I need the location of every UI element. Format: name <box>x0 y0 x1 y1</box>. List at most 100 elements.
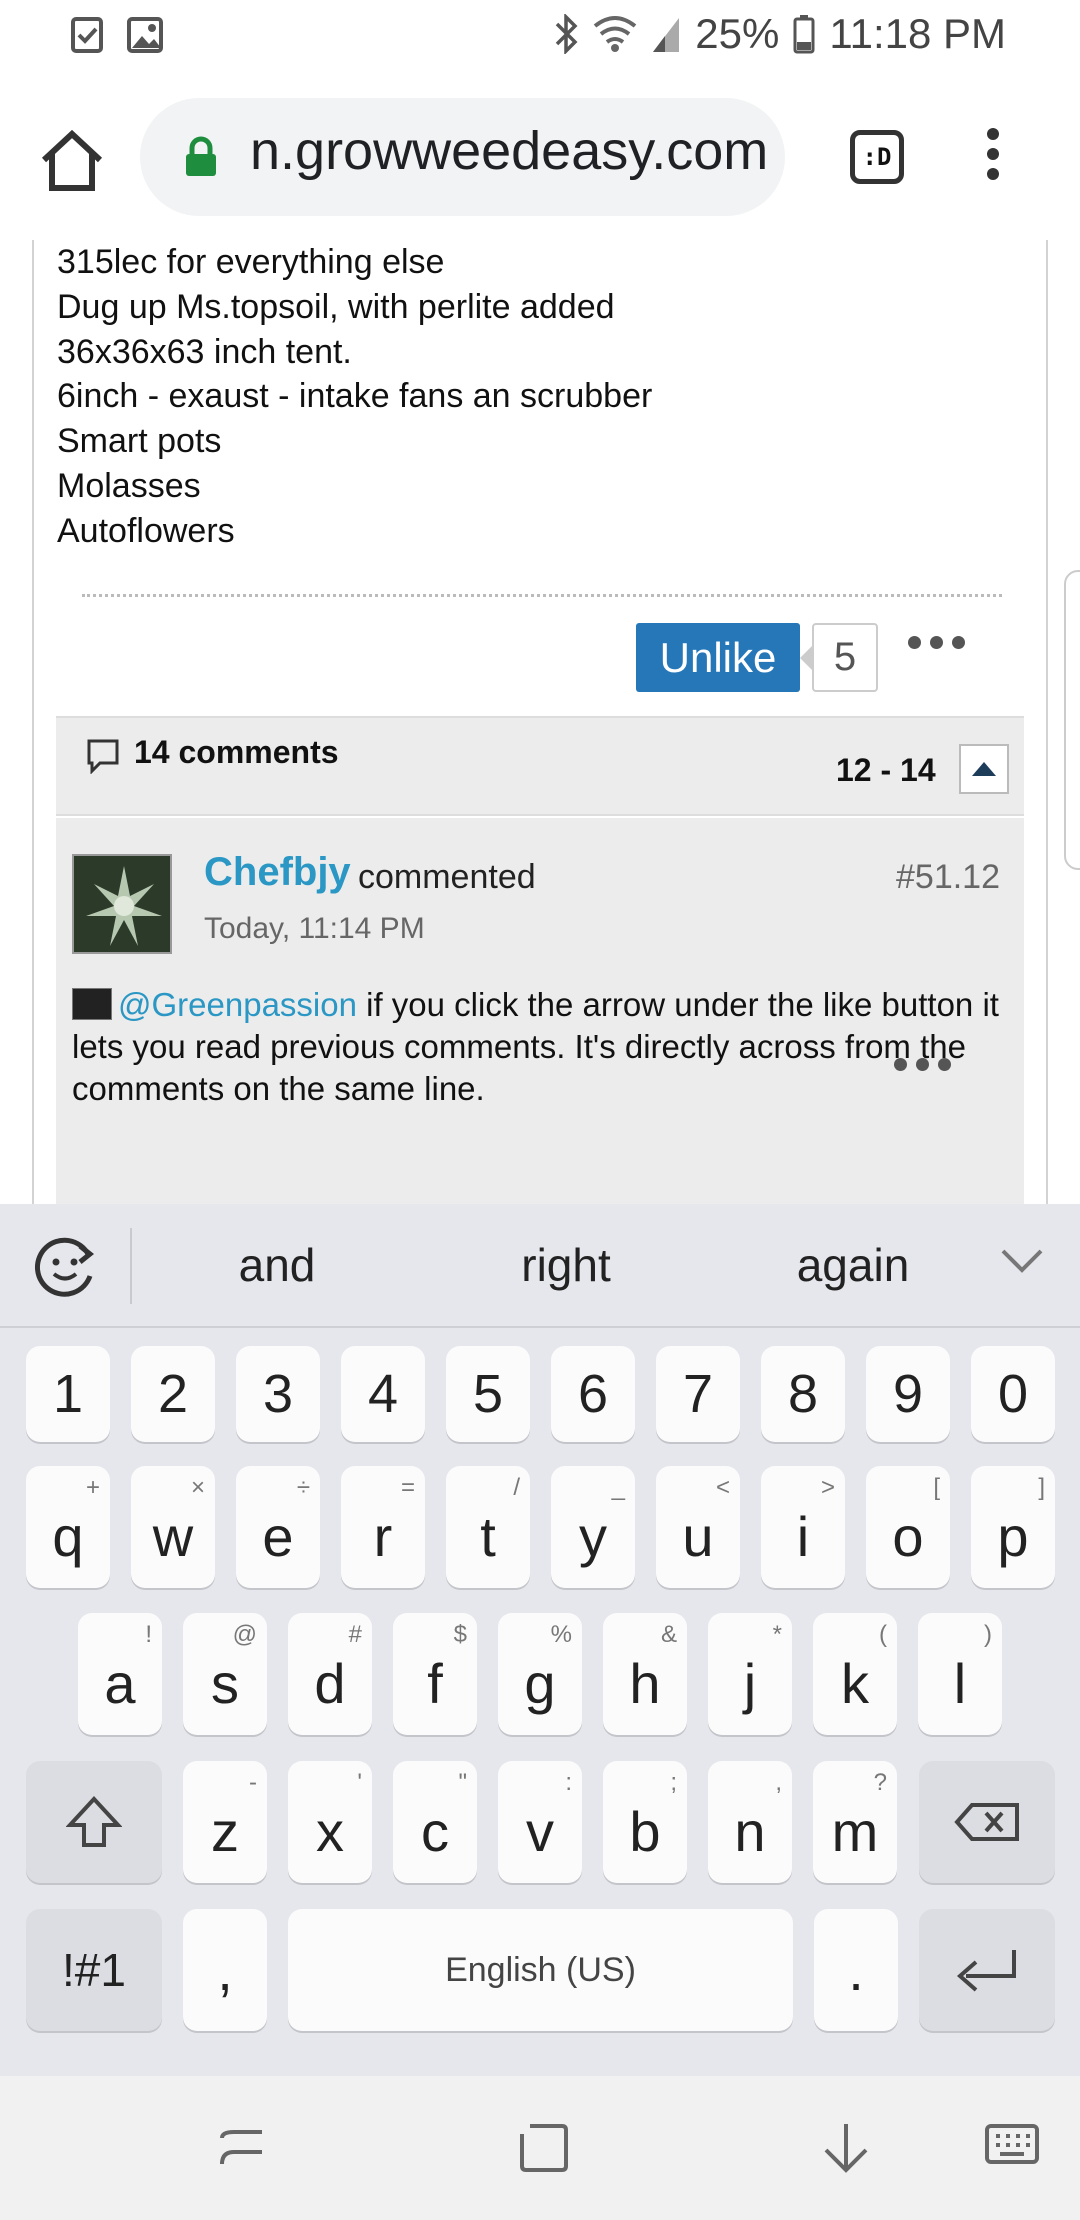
backspace-key[interactable] <box>919 1761 1055 1883</box>
key-c[interactable]: " c <box>393 1761 477 1883</box>
key-secondary-symbol: ' <box>357 1769 362 1796</box>
key-3[interactable]: 3 <box>236 1346 320 1442</box>
key-g[interactable]: % g <box>498 1613 582 1735</box>
key-k[interactable]: (k <box>813 1613 897 1735</box>
key-label: b <box>629 1799 661 1863</box>
home-nav-icon[interactable] <box>516 2120 572 2181</box>
comment-more-icon[interactable] <box>894 1058 951 1071</box>
key-r[interactable]: = r <box>341 1466 425 1588</box>
key-9[interactable]: 9 <box>866 1346 950 1442</box>
key-secondary-symbol: ) <box>984 1621 992 1648</box>
key-y[interactable]: _ y <box>551 1466 635 1588</box>
key-secondary-symbol: ? <box>873 1769 887 1796</box>
key-w[interactable]: × w <box>131 1466 215 1588</box>
url-text: n.growweedeasy.com <box>250 121 769 181</box>
address-bar[interactable]: n.growweedeasy.com <box>140 98 785 216</box>
key-secondary-symbol: = <box>400 1474 415 1501</box>
key-secondary-symbol: ( <box>879 1621 887 1648</box>
mention-link[interactable]: @Greenpassion <box>118 986 357 1023</box>
key-h[interactable]: & h <box>603 1613 687 1735</box>
key-secondary-symbol: & <box>660 1621 677 1648</box>
comment-author-link[interactable]: Chefbjy <box>204 850 351 895</box>
shift-key[interactable] <box>26 1761 162 1883</box>
key-z[interactable]: -z <box>183 1761 267 1883</box>
tab-switcher-button[interactable]: :D <box>850 130 904 184</box>
key-0[interactable]: 0 <box>971 1346 1055 1442</box>
key-secondary-symbol: > <box>820 1474 835 1501</box>
navigation-bar <box>0 2076 1080 2220</box>
suggestion-2[interactable]: right <box>446 1238 686 1292</box>
overflow-menu-icon[interactable] <box>978 128 1008 188</box>
comments-range: 12 - 14 <box>836 752 936 788</box>
key-i[interactable]: > i <box>761 1466 845 1588</box>
key-s[interactable]: @ s <box>183 1613 267 1735</box>
key-7[interactable]: 7 <box>656 1346 740 1442</box>
hide-keyboard-icon[interactable] <box>818 2120 874 2181</box>
edge-panel-handle[interactable] <box>1064 570 1080 870</box>
keyboard-switch-icon[interactable] <box>984 2120 1040 2175</box>
like-count[interactable]: 5 <box>812 623 878 692</box>
key-d[interactable]: # d <box>288 1613 372 1735</box>
key-label: t <box>480 1504 496 1568</box>
key-b[interactable]: ; b <box>603 1761 687 1883</box>
key-secondary-symbol: - <box>249 1769 257 1796</box>
key-u[interactable]: < u <box>656 1466 740 1588</box>
space-key[interactable]: English (US) <box>288 1909 793 2031</box>
key-j[interactable]: * j <box>708 1613 792 1735</box>
key-label: l <box>953 1651 967 1715</box>
key-x[interactable]: ' x <box>288 1761 372 1883</box>
key-t[interactable]: / t <box>446 1466 530 1588</box>
post-more-icon[interactable] <box>908 636 965 649</box>
key-8[interactable]: 8 <box>761 1346 845 1442</box>
key-v[interactable]: :v <box>498 1761 582 1883</box>
post-line: Smart pots <box>57 422 222 461</box>
recent-apps-icon[interactable] <box>214 2120 270 2181</box>
enter-key[interactable] <box>919 1909 1055 2031</box>
comment-time: Today, 11:14 PM <box>204 912 425 945</box>
comma-key[interactable]: , <box>183 1909 267 2031</box>
key-6[interactable]: 6 <box>551 1346 635 1442</box>
key-4[interactable]: 4 <box>341 1346 425 1442</box>
key-label: a <box>104 1651 136 1715</box>
key-5[interactable]: 5 <box>446 1346 530 1442</box>
keyboard-suggestion-bar: and right again <box>0 1204 1080 1328</box>
key-secondary-symbol: _ <box>611 1474 625 1501</box>
key-secondary-symbol: @ <box>232 1621 257 1648</box>
key-1[interactable]: 1 <box>26 1346 110 1442</box>
key-a[interactable]: ! a <box>78 1613 162 1735</box>
key-label: g <box>524 1651 556 1715</box>
suggestion-3[interactable]: again <box>733 1238 973 1292</box>
key-l[interactable]: ) l <box>918 1613 1002 1735</box>
key-e[interactable]: ÷ e <box>236 1466 320 1588</box>
show-previous-comments-button[interactable] <box>959 744 1009 794</box>
key-label: v <box>526 1799 554 1863</box>
key-label: f <box>427 1651 443 1715</box>
symbols-key[interactable]: !#1 <box>26 1909 162 2031</box>
key-label: p <box>997 1504 1029 1568</box>
divider <box>82 594 1002 597</box>
key-n[interactable]: ,n <box>708 1761 792 1883</box>
key-f[interactable]: $ f <box>393 1613 477 1735</box>
clock: 11:18 PM <box>829 10 1006 57</box>
emoji-refresh-icon[interactable] <box>30 1232 100 1305</box>
key-q[interactable]: + q <box>26 1466 110 1588</box>
avatar[interactable] <box>72 854 172 954</box>
key-label: i <box>796 1504 810 1568</box>
comment-permalink[interactable]: #51.12 <box>896 858 1000 897</box>
key-2[interactable]: 2 <box>131 1346 215 1442</box>
backspace-icon <box>954 1803 1019 1841</box>
key-secondary-symbol: , <box>775 1769 782 1796</box>
key-secondary-symbol: $ <box>453 1621 467 1648</box>
period-key[interactable]: . <box>814 1909 898 2031</box>
suggestion-1[interactable]: and <box>157 1238 397 1292</box>
key-o[interactable]: [o <box>866 1466 950 1588</box>
home-button[interactable] <box>36 124 108 196</box>
chevron-down-icon[interactable] <box>1000 1248 1044 1279</box>
key-label: o <box>892 1504 924 1568</box>
home-icon <box>41 129 103 191</box>
key-p[interactable]: ] p <box>971 1466 1055 1588</box>
unlike-button[interactable]: Unlike <box>636 623 800 692</box>
key-m[interactable]: ? m <box>813 1761 897 1883</box>
shift-icon <box>66 1796 122 1847</box>
web-content: 315lec for everything else Dug up Ms.top… <box>0 240 1080 1204</box>
